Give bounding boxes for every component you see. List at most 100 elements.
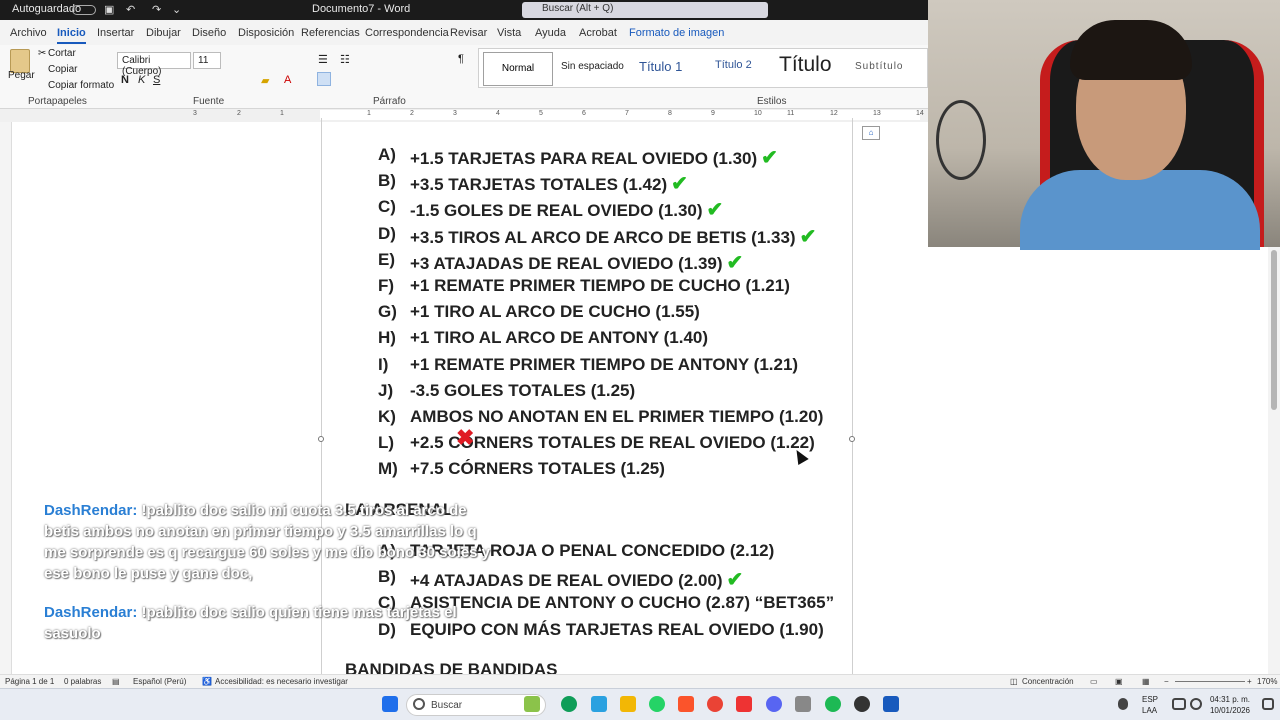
tab-diseno[interactable]: Diseño bbox=[192, 27, 226, 39]
numbering-icon[interactable]: ☷ bbox=[340, 53, 350, 66]
customize-qat-icon[interactable]: ⌄ bbox=[172, 3, 181, 16]
word-icon[interactable] bbox=[883, 696, 899, 712]
bold-button[interactable]: N bbox=[121, 74, 129, 86]
autosave-label: Autoguardado bbox=[12, 3, 82, 15]
style-titulo1[interactable]: Título 1 bbox=[639, 59, 682, 74]
obs-icon[interactable] bbox=[854, 696, 870, 712]
group-label-styles: Estilos bbox=[757, 96, 787, 107]
check-mark-icon: ✔ bbox=[799, 225, 817, 248]
scissors-icon[interactable]: ✂ bbox=[38, 48, 46, 59]
copy-button[interactable]: Copiar bbox=[48, 64, 77, 75]
italic-button[interactable]: K bbox=[138, 74, 145, 86]
ruler-number: 4 bbox=[496, 110, 500, 117]
language-indicator[interactable]: ESP LAA bbox=[1142, 694, 1158, 716]
notification-icon[interactable] bbox=[1262, 698, 1274, 710]
focus-icon[interactable]: ◫ bbox=[1010, 677, 1018, 686]
discord-icon[interactable] bbox=[766, 696, 782, 712]
style-titulo[interactable]: Título bbox=[779, 53, 832, 77]
typora-icon[interactable] bbox=[736, 696, 752, 712]
zoom-level[interactable]: 170% bbox=[1257, 677, 1277, 686]
paste-button[interactable]: Pegar bbox=[8, 70, 35, 81]
tab-revisar[interactable]: Revisar bbox=[450, 27, 487, 39]
microphone-icon[interactable] bbox=[1118, 698, 1128, 710]
taskbar: Buscar ESP LAA 04:31 p. m. 10/01/2026 bbox=[0, 688, 1280, 720]
zoom-out-icon[interactable]: − bbox=[1164, 677, 1169, 686]
tab-vista[interactable]: Vista bbox=[497, 27, 521, 39]
chat-line: me sorprende es q recargue 60 soles y me… bbox=[44, 544, 491, 561]
focus-mode[interactable]: Concentración bbox=[1022, 677, 1074, 686]
chat-line: !pablito doc salio quien tiene mas tarje… bbox=[137, 604, 457, 621]
style-subtitulo[interactable]: Subtítulo bbox=[855, 61, 903, 72]
style-normal[interactable]: Normal bbox=[483, 52, 553, 86]
whatsapp-icon[interactable] bbox=[649, 696, 665, 712]
telegram-icon[interactable] bbox=[591, 696, 607, 712]
clock[interactable]: 04:31 p. m. 10/01/2026 bbox=[1210, 694, 1250, 716]
image-resize-handle[interactable] bbox=[318, 436, 324, 442]
widgets-icon[interactable] bbox=[524, 696, 540, 712]
bullets-icon[interactable]: ☰ bbox=[318, 53, 328, 66]
tab-inicio[interactable]: Inicio bbox=[57, 27, 86, 44]
autosave-toggle[interactable] bbox=[72, 5, 96, 15]
horizontal-ruler[interactable]: 3 2 1 1 2 3 4 5 6 7 8 9 10 11 12 13 14 bbox=[0, 109, 928, 122]
zoom-slider[interactable] bbox=[1175, 681, 1245, 682]
pick-text-value: -3.5 GOLES TOTALES (1.25) bbox=[410, 380, 636, 400]
read-mode-icon[interactable]: ▭ bbox=[1090, 677, 1098, 686]
highlight-icon[interactable]: ▰ bbox=[261, 74, 269, 87]
format-painter-button[interactable]: Copiar formato bbox=[48, 80, 114, 91]
scrollbar-thumb[interactable] bbox=[1271, 250, 1277, 410]
print-layout-icon[interactable]: ▣ bbox=[1115, 677, 1123, 686]
redo-icon[interactable]: ↷ bbox=[152, 3, 161, 16]
tab-archivo[interactable]: Archivo bbox=[10, 27, 47, 39]
page-count[interactable]: Página 1 de 1 bbox=[5, 677, 54, 686]
tab-disposicion[interactable]: Disposición bbox=[238, 27, 294, 39]
ruler-number: 14 bbox=[916, 110, 924, 117]
pick-letter: K) bbox=[378, 407, 396, 426]
network-icon[interactable] bbox=[1172, 698, 1186, 710]
ruler-number: 12 bbox=[830, 110, 838, 117]
image-resize-handle[interactable] bbox=[849, 436, 855, 442]
accessibility-status[interactable]: Accesibilidad: es necesario investigar bbox=[215, 677, 348, 686]
pick-text-value: +3.5 TIROS AL ARCO DE ARCO DE BETIS (1.3… bbox=[410, 227, 796, 247]
undo-icon[interactable]: ↶ bbox=[126, 3, 135, 16]
font-color-icon[interactable]: A bbox=[284, 74, 291, 86]
pick-text-value: ASISTENCIA DE ANTONY O CUCHO (2.87) “BET… bbox=[410, 593, 835, 613]
pick-text: -1.5 GOLES DE REAL OVIEDO (1.30) ✔ bbox=[410, 197, 723, 222]
calculator-icon[interactable] bbox=[795, 696, 811, 712]
tab-ayuda[interactable]: Ayuda bbox=[535, 27, 566, 39]
lang-layout: LAA bbox=[1142, 706, 1158, 715]
layout-options-icon[interactable]: ⌂ bbox=[862, 126, 880, 140]
style-titulo2[interactable]: Título 2 bbox=[715, 59, 752, 71]
file-explorer-icon[interactable] bbox=[620, 696, 636, 712]
font-name-select[interactable]: Calibri (Cuerpo) bbox=[117, 52, 191, 77]
font-size-select[interactable]: 11 bbox=[193, 52, 221, 69]
search-box[interactable]: Buscar (Alt + Q) bbox=[522, 2, 768, 18]
language[interactable]: Español (Perú) bbox=[133, 677, 186, 686]
web-layout-icon[interactable]: ▦ bbox=[1142, 677, 1150, 686]
chrome-icon[interactable] bbox=[707, 696, 723, 712]
tab-referencias[interactable]: Referencias bbox=[301, 27, 360, 39]
vertical-ruler[interactable] bbox=[0, 122, 12, 674]
spotify-icon[interactable] bbox=[825, 696, 841, 712]
tab-dibujar[interactable]: Dibujar bbox=[146, 27, 181, 39]
word-count[interactable]: 0 palabras bbox=[64, 677, 101, 686]
windows-start-icon[interactable] bbox=[382, 696, 398, 712]
brave-icon[interactable] bbox=[678, 696, 694, 712]
pick-text-value: +1 TIRO AL ARCO DE ANTONY (1.40) bbox=[410, 328, 709, 348]
accessibility-icon[interactable]: ♿ bbox=[202, 677, 212, 686]
cut-button[interactable]: Cortar bbox=[48, 48, 76, 59]
tab-formato-imagen[interactable]: Formato de imagen bbox=[629, 27, 724, 39]
pick-letter: D) bbox=[378, 223, 396, 243]
tab-acrobat[interactable]: Acrobat bbox=[579, 27, 617, 39]
show-marks-icon[interactable]: ¶ bbox=[458, 53, 464, 65]
style-sin-espaciado[interactable]: Sin espaciado bbox=[561, 61, 624, 72]
underline-button[interactable]: S bbox=[153, 74, 160, 86]
proofing-icon[interactable]: ▤ bbox=[112, 677, 120, 686]
check-mark-icon: ✔ bbox=[761, 147, 778, 169]
zoom-in-icon[interactable]: + bbox=[1247, 677, 1252, 686]
align-left-button[interactable] bbox=[317, 72, 331, 86]
edge-icon[interactable] bbox=[561, 696, 577, 712]
tab-insertar[interactable]: Insertar bbox=[97, 27, 134, 39]
volume-icon[interactable] bbox=[1190, 698, 1202, 710]
save-icon[interactable]: ▣ bbox=[104, 3, 114, 16]
tab-correspondencia[interactable]: Correspondencia bbox=[365, 27, 449, 39]
